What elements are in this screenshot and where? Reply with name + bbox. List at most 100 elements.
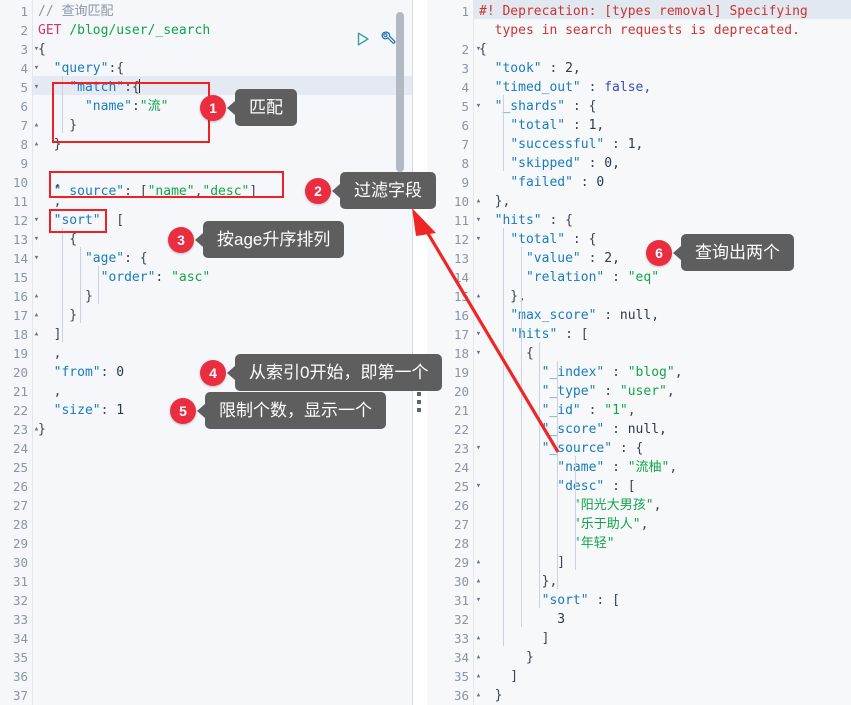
code-line[interactable]: }, (479, 192, 511, 211)
code-line[interactable]: "total" : { (479, 230, 596, 249)
fold-toggle[interactable]: ▴ (474, 192, 483, 211)
code-line[interactable]: "timed_out" : false, (479, 78, 652, 97)
code-token: , (674, 365, 683, 380)
code-line[interactable]: ] (479, 667, 518, 686)
code-line[interactable]: } (38, 287, 93, 306)
code-line[interactable]: "_source": ["name","desc"] (38, 182, 258, 201)
play-icon[interactable] (355, 31, 371, 47)
line-number: 17 (453, 327, 469, 342)
fold-toggle[interactable]: ▴ (474, 686, 483, 705)
code-line[interactable]: "_index" : "blog", (479, 363, 683, 382)
code-line[interactable]: "relation" : "eq" (479, 268, 659, 287)
fold-toggle[interactable]: ▾ (474, 230, 483, 249)
code-line[interactable]: "size": 1 (38, 401, 124, 420)
code-line[interactable]: { (38, 230, 77, 249)
code-line[interactable]: 3 (479, 610, 565, 629)
fold-toggle[interactable]: ▴ (32, 287, 41, 306)
fold-toggle[interactable]: ▾ (32, 249, 41, 268)
fold-toggle[interactable]: ▾ (32, 230, 41, 249)
code-token: "size" (53, 403, 101, 418)
code-line[interactable]: , (38, 192, 62, 211)
fold-toggle[interactable]: ▴ (32, 306, 41, 325)
code-line[interactable]: "failed" : 0 (479, 173, 604, 192)
code-line[interactable]: "hits" : { (479, 211, 573, 230)
code-line[interactable]: , (38, 382, 62, 401)
fold-toggle[interactable]: ▾ (474, 439, 483, 458)
code-line[interactable]: "total" : 1, (479, 116, 604, 135)
code-line[interactable]: "from": 0 (38, 363, 124, 382)
code-token: #! Deprecation: [types removal] Specifyi… (479, 4, 808, 19)
fold-toggle[interactable]: ▴ (32, 135, 41, 154)
code-line[interactable]: types in search requests is deprecated. (479, 21, 800, 40)
fold-toggle[interactable]: ▾ (474, 344, 483, 363)
code-line[interactable]: "年轻" (479, 534, 615, 553)
code-line[interactable]: "match":{ (38, 78, 140, 97)
fold-toggle[interactable]: ▾ (32, 40, 41, 59)
fold-toggle[interactable]: ▾ (474, 97, 483, 116)
code-line[interactable]: "sort" : [ (479, 591, 620, 610)
line-number: 2 (20, 23, 28, 38)
fold-toggle[interactable]: ▾ (474, 40, 483, 59)
code-line[interactable]: "阳光大男孩", (479, 496, 661, 515)
fold-toggle[interactable]: ▾ (474, 211, 483, 230)
code-line[interactable]: ] (38, 325, 62, 344)
fold-toggle[interactable]: ▴ (474, 648, 483, 667)
code-line[interactable]: #! Deprecation: [types removal] Specifyi… (479, 2, 808, 21)
code-line[interactable]: "sort" [ (38, 211, 124, 230)
code-line[interactable]: } (38, 116, 77, 135)
code-line[interactable]: "max_score" : null, (479, 306, 659, 325)
code-line[interactable]: "_score" : null, (479, 420, 667, 439)
code-line[interactable]: "value" : 2, (479, 249, 620, 268)
code-line[interactable]: , (38, 344, 62, 363)
fold-toggle[interactable]: ▾ (474, 591, 483, 610)
code-line[interactable]: ] (479, 553, 565, 572)
code-line[interactable]: }, (479, 572, 558, 591)
fold-toggle[interactable]: ▾ (32, 59, 41, 78)
fold-toggle[interactable]: ▴ (32, 420, 41, 439)
code-line[interactable]: } (38, 135, 62, 154)
line-number: 24 (12, 441, 28, 456)
fold-toggle[interactable]: ▴ (32, 325, 41, 344)
fold-toggle[interactable]: ▴ (474, 553, 483, 572)
code-line[interactable]: "skipped" : 0, (479, 154, 620, 173)
code-line[interactable]: { (479, 344, 534, 363)
code-line[interactable]: GET /blog/user/_search (38, 21, 210, 40)
line-number: 32 (453, 612, 469, 627)
fold-toggle[interactable]: ▾ (32, 78, 41, 97)
pane-splitter[interactable] (413, 0, 427, 705)
splitter-drag-handle[interactable] (417, 392, 423, 412)
line-number: 23 (12, 422, 28, 437)
fold-toggle[interactable]: ▴ (474, 629, 483, 648)
code-line[interactable]: "name" : "流柚", (479, 458, 677, 477)
code-line[interactable]: "order": "asc" (38, 268, 211, 287)
code-line[interactable]: ] (479, 629, 550, 648)
line-number: 28 (12, 517, 28, 532)
code-line[interactable]: } (479, 648, 534, 667)
fold-toggle[interactable]: ▴ (474, 572, 483, 591)
fold-toggle[interactable]: ▾ (474, 325, 483, 344)
code-line[interactable]: } (38, 306, 77, 325)
fold-toggle[interactable]: ▾ (474, 477, 483, 496)
code-line[interactable]: "乐于助人", (479, 515, 648, 534)
wrench-icon[interactable] (379, 30, 396, 47)
code-line[interactable]: "query":{ (38, 59, 124, 78)
code-line[interactable]: // 查询匹配 (38, 2, 113, 21)
code-line[interactable]: "name":"流" (38, 97, 168, 116)
response-viewer-pane[interactable]: 1 2 ▾ 3 4 5 ▾ 6 7 8 9 10 ▴ 11 ▾ 12 ▾ 13 14 15 ▴ 16 17 ▾ 18 ▾ 19 20 2… (427, 0, 851, 705)
response-code-area[interactable]: #! Deprecation: [types removal] Specifyi… (479, 0, 851, 705)
code-line[interactable]: "hits" : [ (479, 325, 588, 344)
code-line[interactable]: "_shards" : { (479, 97, 597, 116)
fold-toggle[interactable]: ▴ (32, 116, 41, 135)
request-toolbar[interactable] (355, 30, 396, 47)
fold-toggle[interactable]: ▴ (474, 287, 483, 306)
code-line[interactable]: "took" : 2, (479, 59, 581, 78)
fold-toggle[interactable]: ▾ (32, 211, 41, 230)
code-line[interactable]: "_type" : "user", (479, 382, 675, 401)
request-vertical-scrollbar[interactable] (396, 12, 404, 172)
code-line[interactable]: "age": { (38, 249, 148, 268)
code-token: : { (124, 251, 148, 266)
fold-toggle[interactable]: ▴ (474, 667, 483, 686)
code-token: "_id" (541, 403, 581, 418)
